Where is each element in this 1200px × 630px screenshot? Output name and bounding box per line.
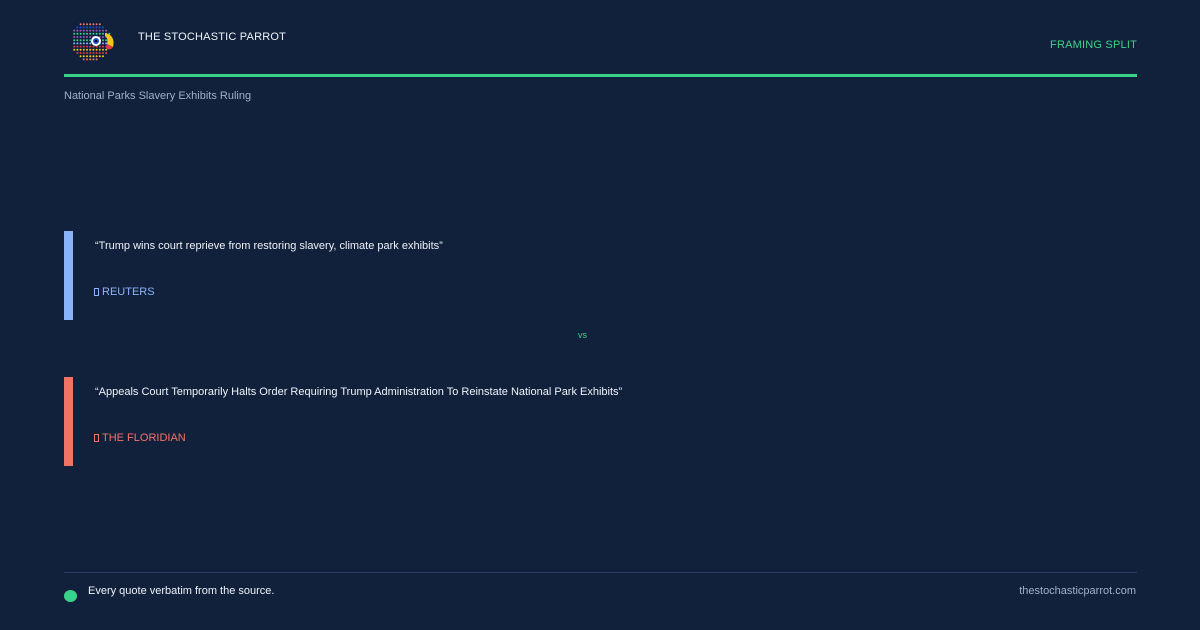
- quote-source: REUTERS: [94, 286, 155, 298]
- source-icon: [94, 434, 99, 442]
- source-name: THE FLORIDIAN: [102, 432, 186, 444]
- quote-card-reuters: “Trump wins court reprieve from restorin…: [64, 231, 1137, 320]
- framing-split-tag: FRAMING SPLIT: [1050, 39, 1137, 51]
- footer-site-link[interactable]: thestochasticparrot.com: [1019, 585, 1136, 597]
- story-topic: National Parks Slavery Exhibits Ruling: [64, 90, 252, 102]
- status-dot-icon: [64, 590, 77, 602]
- quote-accent-bar: [64, 377, 73, 466]
- source-name: REUTERS: [102, 286, 155, 298]
- quote-source: THE FLORIDIAN: [94, 432, 186, 444]
- quote-card-floridian: “Appeals Court Temporarily Halts Order R…: [64, 377, 1137, 466]
- quote-text: “Trump wins court reprieve from restorin…: [95, 240, 443, 252]
- quote-text: “Appeals Court Temporarily Halts Order R…: [95, 386, 623, 398]
- versus-label: vs: [578, 330, 587, 340]
- source-icon: [94, 288, 99, 296]
- quote-accent-bar: [64, 231, 73, 320]
- footer-divider: [64, 572, 1137, 573]
- footer-note: Every quote verbatim from the source.: [88, 585, 275, 597]
- header-divider: [64, 74, 1137, 77]
- parrot-logo-icon: [73, 23, 114, 61]
- brand-name: THE STOCHASTIC PARROT: [138, 31, 287, 43]
- header: THE STOCHASTIC PARROT FRAMING SPLIT: [64, 14, 1137, 74]
